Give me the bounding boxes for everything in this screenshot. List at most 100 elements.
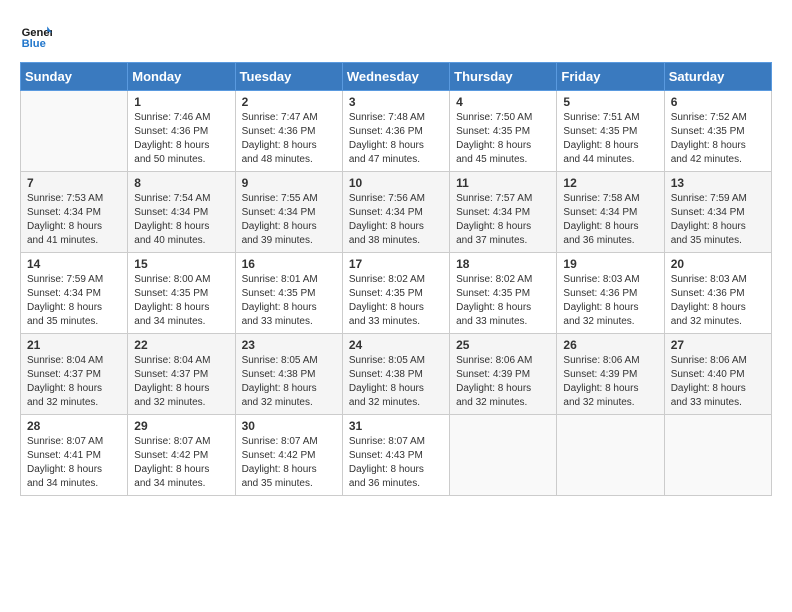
day-number: 16 bbox=[242, 257, 336, 271]
sunset-text: Sunset: 4:37 PM bbox=[134, 368, 228, 382]
calendar-cell: 5Sunrise: 7:51 AMSunset: 4:35 PMDaylight… bbox=[557, 91, 664, 172]
daylight-text: Daylight: 8 hours and 45 minutes. bbox=[456, 139, 550, 167]
sunset-text: Sunset: 4:36 PM bbox=[242, 125, 336, 139]
sunrise-text: Sunrise: 7:58 AM bbox=[563, 192, 657, 206]
sunrise-text: Sunrise: 8:04 AM bbox=[27, 354, 121, 368]
day-number: 25 bbox=[456, 338, 550, 352]
sunrise-text: Sunrise: 8:03 AM bbox=[563, 273, 657, 287]
daylight-text: Daylight: 8 hours and 32 minutes. bbox=[456, 382, 550, 410]
sunrise-text: Sunrise: 8:00 AM bbox=[134, 273, 228, 287]
calendar-cell bbox=[557, 415, 664, 496]
daylight-text: Daylight: 8 hours and 47 minutes. bbox=[349, 139, 443, 167]
day-number: 6 bbox=[671, 95, 765, 109]
weekday-header-friday: Friday bbox=[557, 63, 664, 91]
svg-text:Blue: Blue bbox=[22, 38, 46, 50]
sunset-text: Sunset: 4:35 PM bbox=[134, 287, 228, 301]
calendar-cell: 27Sunrise: 8:06 AMSunset: 4:40 PMDayligh… bbox=[664, 334, 771, 415]
calendar-week-5: 28Sunrise: 8:07 AMSunset: 4:41 PMDayligh… bbox=[21, 415, 772, 496]
sunrise-text: Sunrise: 8:05 AM bbox=[242, 354, 336, 368]
sunset-text: Sunset: 4:34 PM bbox=[671, 206, 765, 220]
calendar-cell: 7Sunrise: 7:53 AMSunset: 4:34 PMDaylight… bbox=[21, 172, 128, 253]
weekday-header-saturday: Saturday bbox=[664, 63, 771, 91]
day-number: 31 bbox=[349, 419, 443, 433]
day-number: 23 bbox=[242, 338, 336, 352]
calendar-cell: 16Sunrise: 8:01 AMSunset: 4:35 PMDayligh… bbox=[235, 253, 342, 334]
calendar-cell: 31 Sunrise: 8:07 AMSunset: 4:43 PMDayligh… bbox=[342, 415, 449, 496]
daylight-text: Daylight: 8 hours and 36 minutes. bbox=[563, 220, 657, 248]
sunrise-text: Sunrise: 8:07 AM bbox=[242, 435, 336, 449]
calendar-cell: 12Sunrise: 7:58 AMSunset: 4:34 PMDayligh… bbox=[557, 172, 664, 253]
calendar-cell: 13Sunrise: 7:59 AMSunset: 4:34 PMDayligh… bbox=[664, 172, 771, 253]
day-number: 22 bbox=[134, 338, 228, 352]
sunrise-text: Sunrise: 7:48 AM bbox=[349, 111, 443, 125]
day-number: 21 bbox=[27, 338, 121, 352]
calendar-cell: 28Sunrise: 8:07 AMSunset: 4:41 PMDayligh… bbox=[21, 415, 128, 496]
day-info: Sunrise: 8:06 AMSunset: 4:40 PMDaylight:… bbox=[671, 354, 765, 410]
calendar-cell: 18Sunrise: 8:02 AMSunset: 4:35 PMDayligh… bbox=[450, 253, 557, 334]
sunset-text: Sunset: 4:35 PM bbox=[671, 125, 765, 139]
day-number: 8 bbox=[134, 176, 228, 190]
sunrise-text: Sunrise: 8:01 AM bbox=[242, 273, 336, 287]
day-number: 15 bbox=[134, 257, 228, 271]
sunset-text: Sunset: 4:39 PM bbox=[563, 368, 657, 382]
day-number: 3 bbox=[349, 95, 443, 109]
weekday-header-tuesday: Tuesday bbox=[235, 63, 342, 91]
day-info: Sunrise: 8:04 AMSunset: 4:37 PMDaylight:… bbox=[134, 354, 228, 410]
sunrise-text: Sunrise: 7:56 AM bbox=[349, 192, 443, 206]
daylight-text: Daylight: 8 hours and 33 minutes. bbox=[349, 301, 443, 329]
sunset-text: Sunset: 4:34 PM bbox=[349, 206, 443, 220]
daylight-text: Daylight: 8 hours and 39 minutes. bbox=[242, 220, 336, 248]
sunset-text: Sunset: 4:36 PM bbox=[349, 125, 443, 139]
calendar-cell: 3 Sunrise: 7:48 AMSunset: 4:36 PMDaylight… bbox=[342, 91, 449, 172]
sunrise-text: Sunrise: 7:52 AM bbox=[671, 111, 765, 125]
day-info: Sunrise: 7:58 AMSunset: 4:34 PMDaylight:… bbox=[563, 192, 657, 248]
day-info: Sunrise: 8:00 AMSunset: 4:35 PMDaylight:… bbox=[134, 273, 228, 329]
sunset-text: Sunset: 4:34 PM bbox=[27, 287, 121, 301]
calendar-cell: 21Sunrise: 8:04 AMSunset: 4:37 PMDayligh… bbox=[21, 334, 128, 415]
sunrise-text: Sunrise: 8:04 AM bbox=[134, 354, 228, 368]
weekday-header-thursday: Thursday bbox=[450, 63, 557, 91]
day-info: Sunrise: 7:59 AMSunset: 4:34 PMDaylight:… bbox=[671, 192, 765, 248]
daylight-text: Daylight: 8 hours and 50 minutes. bbox=[134, 139, 228, 167]
day-number: 30 bbox=[242, 419, 336, 433]
sunrise-text: Sunrise: 7:59 AM bbox=[671, 192, 765, 206]
daylight-text: Daylight: 8 hours and 33 minutes. bbox=[671, 382, 765, 410]
day-info: Sunrise: 7:50 AMSunset: 4:35 PMDaylight:… bbox=[456, 111, 550, 167]
day-info: Sunrise: 7:51 AMSunset: 4:35 PMDaylight:… bbox=[563, 111, 657, 167]
sunset-text: Sunset: 4:36 PM bbox=[671, 287, 765, 301]
calendar-week-1: 1Sunrise: 7:46 AMSunset: 4:36 PMDaylight… bbox=[21, 91, 772, 172]
header: General Blue bbox=[20, 20, 772, 52]
sunset-text: Sunset: 4:42 PM bbox=[134, 449, 228, 463]
calendar-cell: 23Sunrise: 8:05 AMSunset: 4:38 PMDayligh… bbox=[235, 334, 342, 415]
day-info: Sunrise: 8:06 AMSunset: 4:39 PMDaylight:… bbox=[456, 354, 550, 410]
calendar-cell: 11Sunrise: 7:57 AMSunset: 4:34 PMDayligh… bbox=[450, 172, 557, 253]
calendar-cell: 15 Sunrise: 8:00 AMSunset: 4:35 PMDayligh… bbox=[128, 253, 235, 334]
sunrise-text: Sunrise: 8:07 AM bbox=[27, 435, 121, 449]
daylight-text: Daylight: 8 hours and 41 minutes. bbox=[27, 220, 121, 248]
calendar-cell bbox=[664, 415, 771, 496]
calendar-week-4: 21Sunrise: 8:04 AMSunset: 4:37 PMDayligh… bbox=[21, 334, 772, 415]
day-info: Sunrise: 8:02 AMSunset: 4:35 PMDaylight:… bbox=[456, 273, 550, 329]
daylight-text: Daylight: 8 hours and 38 minutes. bbox=[349, 220, 443, 248]
sunset-text: Sunset: 4:34 PM bbox=[563, 206, 657, 220]
day-info: Sunrise: 8:05 AMSunset: 4:38 PMDaylight:… bbox=[349, 354, 443, 410]
day-number: 28 bbox=[27, 419, 121, 433]
day-number: 14 bbox=[27, 257, 121, 271]
sunset-text: Sunset: 4:35 PM bbox=[563, 125, 657, 139]
day-info: Sunrise: 8:03 AMSunset: 4:36 PMDaylight:… bbox=[563, 273, 657, 329]
sunrise-text: Sunrise: 8:07 AM bbox=[349, 435, 443, 449]
daylight-text: Daylight: 8 hours and 32 minutes. bbox=[242, 382, 336, 410]
day-number: 2 bbox=[242, 95, 336, 109]
day-info: Sunrise: 8:02 AMSunset: 4:35 PMDaylight:… bbox=[349, 273, 443, 329]
sunset-text: Sunset: 4:43 PM bbox=[349, 449, 443, 463]
daylight-text: Daylight: 8 hours and 32 minutes. bbox=[134, 382, 228, 410]
day-info: Sunrise: 7:56 AMSunset: 4:34 PMDaylight:… bbox=[349, 192, 443, 248]
sunrise-text: Sunrise: 7:54 AM bbox=[134, 192, 228, 206]
day-number: 19 bbox=[563, 257, 657, 271]
sunrise-text: Sunrise: 8:06 AM bbox=[671, 354, 765, 368]
daylight-text: Daylight: 8 hours and 32 minutes. bbox=[563, 301, 657, 329]
daylight-text: Daylight: 8 hours and 33 minutes. bbox=[456, 301, 550, 329]
day-number: 17 bbox=[349, 257, 443, 271]
daylight-text: Daylight: 8 hours and 36 minutes. bbox=[349, 463, 443, 491]
day-number: 10 bbox=[349, 176, 443, 190]
